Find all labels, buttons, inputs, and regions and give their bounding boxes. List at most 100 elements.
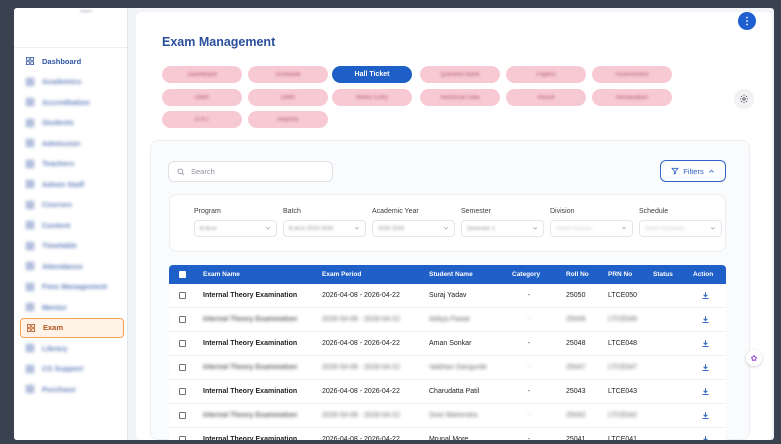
row-checkbox[interactable] <box>179 404 186 427</box>
filter-select[interactable]: Select Division <box>550 220 633 237</box>
filter-label: Program <box>194 208 221 215</box>
sidebar-item[interactable]: Fees Management <box>20 277 124 298</box>
fees-icon <box>26 282 34 291</box>
sidebar-item[interactable]: CS Support <box>20 359 124 380</box>
cell-exam: Internal Theory Examination <box>203 364 298 371</box>
checkbox-box[interactable] <box>179 340 186 347</box>
checkbox-box[interactable] <box>179 436 186 440</box>
tab-revaluation[interactable]: Revaluation <box>592 89 672 106</box>
sidebar-item[interactable]: Academics <box>20 72 124 93</box>
download-icon[interactable] <box>701 284 710 307</box>
column-header: Status <box>653 271 673 278</box>
sidebar-item[interactable]: Content <box>20 215 124 236</box>
settings-gear-icon[interactable] <box>734 89 754 109</box>
tab-assessment[interactable]: Assessment <box>592 66 672 83</box>
filters-button[interactable]: Filters <box>660 160 726 182</box>
cell-student: Vaibhav Gangurde <box>429 364 487 371</box>
assistant-icon[interactable]: ✿ <box>746 350 762 366</box>
tab-omr[interactable]: OMR <box>162 89 242 106</box>
chevron-up-icon <box>708 169 714 173</box>
download-icon[interactable] <box>701 332 710 355</box>
filter-label: Division <box>550 208 575 215</box>
sidebar-item[interactable]: Purchase <box>20 379 124 400</box>
checkbox-box[interactable] <box>179 316 186 323</box>
sidebar-item[interactable]: Teachers <box>20 154 124 175</box>
filter-select[interactable]: Semester 1 <box>461 220 544 237</box>
cell-roll: 25042 <box>566 412 586 419</box>
cell-period: 2026-04-08 - 2026-04-22 <box>322 412 400 419</box>
search-input[interactable]: Search <box>168 161 333 182</box>
filter-select[interactable]: B.Arch <box>194 220 277 237</box>
tab-label: Schedule <box>275 71 301 78</box>
staff-icon <box>26 180 34 189</box>
tab-label: Marks Entry <box>355 94 388 101</box>
checkbox-box[interactable] <box>179 364 186 371</box>
sidebar-item[interactable]: Exam <box>20 317 124 338</box>
cell-prn: LTCE047 <box>608 364 638 371</box>
page-title: Exam Management <box>162 35 276 49</box>
download-icon[interactable] <box>701 308 710 331</box>
tab-reports[interactable]: Reports <box>248 111 328 128</box>
row-checkbox[interactable] <box>179 380 186 403</box>
tab-schedule[interactable]: Schedule <box>248 66 328 83</box>
cell-exam: Internal Theory Examination <box>203 412 298 419</box>
download-icon[interactable] <box>701 380 710 403</box>
download-icon[interactable] <box>701 404 710 427</box>
funnel-icon <box>671 167 680 175</box>
tab-omr[interactable]: OMR <box>248 89 328 106</box>
exam-icon <box>27 323 35 332</box>
select-all-checkbox[interactable] <box>179 265 186 284</box>
table-body: Internal Theory Examination 2026-04-08 - … <box>169 284 726 440</box>
sidebar-item[interactable]: Courses <box>20 195 124 216</box>
checkbox-box[interactable] <box>179 271 186 278</box>
column-header: Category <box>512 271 541 278</box>
download-icon[interactable] <box>701 356 710 379</box>
sidebar-item[interactable]: Mentor <box>20 297 124 318</box>
more-vertical-icon[interactable]: ⋮ <box>738 12 756 30</box>
students-icon <box>26 118 34 127</box>
checkbox-box[interactable] <box>179 412 186 419</box>
sidebar-item[interactable]: Library <box>20 338 124 359</box>
cell-prn: LTCE049 <box>608 316 638 323</box>
sidebar-item[interactable]: Admin Staff <box>20 174 124 195</box>
tab-result[interactable]: Result <box>506 89 586 106</box>
chevron-down-icon <box>621 225 627 233</box>
checkbox-box[interactable] <box>179 388 186 395</box>
cell-period: 2026-04-08 - 2026-04-22 <box>322 436 400 440</box>
row-checkbox[interactable] <box>179 428 186 440</box>
tab-label: Dashboard <box>187 71 217 78</box>
column-header: Student Name <box>429 271 473 278</box>
table-row: Internal Theory Examination 2026-04-08 - … <box>169 428 726 440</box>
sidebar-item[interactable]: Dashboard <box>20 51 124 72</box>
filter-select[interactable]: Select Schedule <box>639 220 722 237</box>
filter-select[interactable]: B.Arch 2025-2030 <box>283 220 366 237</box>
tab-atkt[interactable]: ATKT <box>162 111 242 128</box>
tab-hall-ticket[interactable]: Hall Ticket <box>332 66 412 83</box>
tab-papers[interactable]: Papers <box>506 66 586 83</box>
sidebar-item[interactable]: Attendance <box>20 256 124 277</box>
tab-marks-entry[interactable]: Marks Entry <box>332 89 412 106</box>
column-header: Exam Period <box>322 271 362 278</box>
logo-area: ▬▬ <box>14 8 127 48</box>
filter-value: 2025-2026 <box>378 225 405 232</box>
filter-label: Batch <box>283 208 301 215</box>
sidebar-item[interactable]: Admission <box>20 133 124 154</box>
chevron-down-icon <box>710 225 716 233</box>
tab-historical-data[interactable]: Historical Data <box>420 89 500 106</box>
cell-category: - <box>528 388 531 395</box>
filter-select[interactable]: 2025-2026 <box>372 220 455 237</box>
sidebar-item[interactable]: Accreditation <box>20 92 124 113</box>
row-checkbox[interactable] <box>179 356 186 379</box>
app-window: ▬▬ Dashboard Academics Accreditation Studen… <box>14 8 774 440</box>
tab-question-bank[interactable]: Question Bank <box>420 66 500 83</box>
sidebar-item[interactable]: Students <box>20 113 124 134</box>
row-checkbox[interactable] <box>179 308 186 331</box>
cell-roll: 25048 <box>566 340 586 347</box>
download-icon[interactable] <box>701 428 710 440</box>
sidebar-item-label: Teachers <box>42 159 75 169</box>
sidebar-item[interactable]: Timetable <box>20 236 124 257</box>
row-checkbox[interactable] <box>179 284 186 307</box>
tab-dashboard[interactable]: Dashboard <box>162 66 242 83</box>
row-checkbox[interactable] <box>179 332 186 355</box>
checkbox-box[interactable] <box>179 292 186 299</box>
